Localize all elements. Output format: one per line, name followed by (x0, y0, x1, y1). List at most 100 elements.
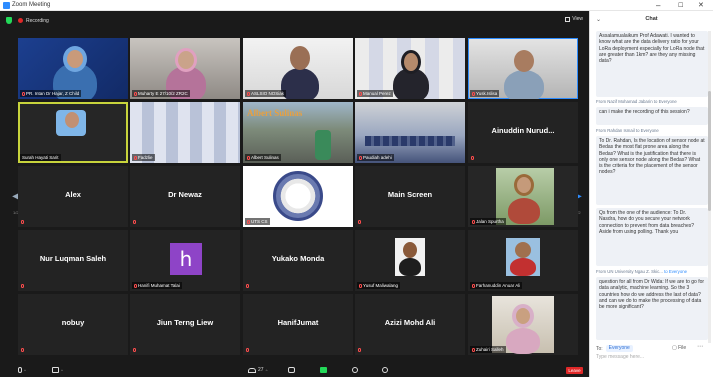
participant-tile[interactable]: Manual Perez (355, 38, 465, 99)
participant-tile[interactable]: Jalan Spurtha (468, 166, 578, 227)
participant-tile[interactable]: Paudiah adehi (355, 102, 465, 163)
participant-name: Yusuf Maliwalang (357, 282, 401, 289)
participant-tile[interactable]: Nur Luqman Saleh (18, 230, 128, 291)
recording-label: Recording (26, 17, 49, 24)
view-button[interactable]: View (565, 16, 583, 22)
auditorium-seats (365, 136, 455, 146)
participant-tile[interactable]: Jiun Terng Liew (130, 294, 240, 355)
participant-name: UTS CS (245, 218, 270, 225)
participant-tile[interactable]: Albert Sulinas Albert Sulinas (243, 102, 353, 163)
minimize-button[interactable]: – (656, 1, 660, 10)
recipient-dropdown[interactable]: Everyone (605, 345, 633, 352)
participant-body (508, 198, 540, 224)
participant-face (514, 174, 534, 196)
muted-mic-icon (133, 348, 136, 352)
meeting-area: Recording View ◀ 1/2 ▶ 1/2 PR. Intan Dr … (0, 11, 589, 377)
participant-name: Jalan Spurtha (470, 218, 506, 225)
zoom-app-icon (3, 2, 10, 9)
participant-face (65, 112, 79, 128)
participant-tile[interactable]: Alex (18, 166, 128, 227)
participant-face (175, 48, 197, 72)
chat-scrollbar[interactable] (708, 31, 711, 343)
participant-tile[interactable]: Yukako Monda (243, 230, 353, 291)
participant-name: Ainuddin Nurud... (491, 126, 555, 135)
participant-tile[interactable]: Dr Newaz (130, 166, 240, 227)
participant-tile[interactable]: nobuy (18, 294, 128, 355)
participant-face (514, 50, 534, 72)
view-label: View (572, 16, 583, 22)
participant-tile[interactable]: Ainuddin Nurud... (468, 102, 578, 163)
muted-mic-icon (359, 156, 362, 160)
zoom-window: Zoom Meeting – ☐ ✕ Recording View ◀ 1/2 … (0, 0, 713, 377)
reactions-button[interactable] (382, 366, 388, 374)
participant-name: Manual Perez (357, 90, 393, 97)
participant-video (504, 70, 544, 99)
file-button[interactable]: ▢ File (672, 345, 686, 351)
chat-message: Qs from the one of the audience: To Dr. … (596, 208, 708, 266)
maximize-button[interactable]: ☐ (678, 2, 683, 11)
participant-tile[interactable]: Yusuf Maliwalang (355, 230, 465, 291)
participant-face (515, 242, 531, 258)
participant-name: Zuhairi Salleh (470, 346, 506, 353)
participant-name: nobuy (61, 318, 85, 327)
muted-mic-icon (21, 348, 24, 352)
participant-tile[interactable]: ASLSIO NOSiak (243, 38, 353, 99)
participant-tile[interactable]: Zuhairi Salleh (468, 294, 578, 355)
participant-name: Dr Newaz (168, 190, 202, 199)
participant-tile[interactable]: Main Screen (355, 166, 465, 227)
participant-tile[interactable]: UTS CS (243, 166, 353, 227)
participant-tile[interactable]: Yusk.Islisa (468, 38, 578, 99)
participant-tile[interactable]: PR. Intan Dr Hajar, Z Child (18, 38, 128, 99)
chat-message: question for all from Dr Wida: If we are… (596, 277, 708, 340)
scrollbar-thumb[interactable] (708, 91, 711, 211)
chat-message: Assalamualaikum Prof Adawati. I wanted t… (596, 31, 708, 97)
muted-mic-icon (246, 348, 249, 352)
participant-name: Albert Sulinas (245, 154, 281, 161)
participant-tile[interactable]: h Hanifi Muhamat Talai (130, 230, 240, 291)
participant-tile[interactable]: Farhanuddin Anuar Ali (468, 230, 578, 291)
participant-name: Azizi Mohd Ali (384, 318, 436, 327)
share-screen-button[interactable] (320, 366, 327, 374)
chat-message-input[interactable]: Type message here... (596, 354, 644, 360)
participants-icon (248, 367, 256, 373)
participant-body (506, 328, 540, 354)
muted-mic-icon (22, 92, 25, 96)
participant-tile[interactable]: Surah Hayati Sarit (18, 102, 128, 163)
participant-tile[interactable]: Fadzlie (130, 102, 240, 163)
participant-name: Fadzlie (132, 154, 155, 161)
muted-mic-icon (134, 284, 137, 288)
muted-mic-icon (358, 220, 361, 224)
participant-video (315, 130, 331, 160)
muted-mic-icon (21, 220, 24, 224)
participant-tile[interactable]: Muharty E 27/10/2 ZR2C (130, 38, 240, 99)
chat-button[interactable] (288, 366, 295, 374)
more-options-icon[interactable]: ⋯ (697, 343, 703, 350)
chat-title: Chat (645, 16, 658, 22)
security-shield-icon[interactable] (6, 17, 12, 24)
participant-name: Farhanuddin Anuar Ali (470, 282, 523, 289)
unmute-button[interactable]: ^ (18, 366, 26, 374)
chat-recipient-selector[interactable]: To: Everyone (596, 345, 633, 352)
chat-message-header: From Rahdan Ismail to Everyone (596, 128, 659, 133)
leave-button[interactable]: Leave (566, 367, 583, 374)
muted-mic-icon (472, 348, 475, 352)
chat-bubble-icon (288, 367, 295, 373)
participant-name: ASLSIO NOSiak (245, 90, 287, 97)
window-title: Zoom Meeting (12, 2, 51, 8)
participant-tile[interactable]: HanifJumat (243, 294, 353, 355)
record-button[interactable] (352, 366, 358, 374)
participant-name: Surah Hayati Sarit (20, 154, 61, 161)
participant-face (290, 46, 310, 70)
recording-indicator: Recording (6, 16, 49, 25)
muted-mic-icon (359, 92, 362, 96)
muted-mic-icon (472, 220, 475, 224)
video-button[interactable]: ^ (52, 366, 63, 374)
participant-tile[interactable]: Azizi Mohd Ali (355, 294, 465, 355)
close-button[interactable]: ✕ (698, 1, 704, 10)
muted-mic-icon (472, 284, 475, 288)
meeting-toolbar: ^ ^ 27 ^ Leave (0, 363, 589, 377)
participant-name: Yusk.Islisa (470, 90, 500, 97)
muted-mic-icon (471, 156, 474, 160)
participants-button[interactable]: 27 ^ (248, 366, 267, 374)
video-overlay-text: Albert Sulinas (247, 108, 303, 118)
